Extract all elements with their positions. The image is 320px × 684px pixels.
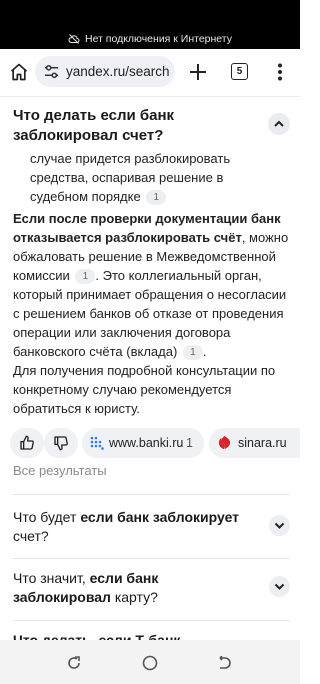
tab-switcher-button[interactable]: 5 xyxy=(231,63,248,80)
answer-paragraph: Если после проверки документации банк от… xyxy=(13,209,289,361)
related-bold-text: если банк заблокирует xyxy=(80,509,240,525)
chevron-down-icon xyxy=(274,522,285,529)
browser-toolbar: yandex.ru/search 5 xyxy=(0,49,300,97)
citation-badge[interactable]: 1 xyxy=(75,269,96,284)
fragment-text: случае придется разблокировать средства,… xyxy=(30,151,231,204)
citation-badge[interactable]: 1 xyxy=(146,190,167,205)
cloud-off-icon xyxy=(68,34,80,44)
source-name: sinara.ru xyxy=(238,436,287,450)
divider xyxy=(13,494,290,495)
collapse-button[interactable] xyxy=(268,113,290,135)
site-settings-icon[interactable] xyxy=(44,64,59,79)
url-text: yandex.ru/search xyxy=(66,64,170,79)
menu-icon[interactable] xyxy=(277,63,283,81)
divider xyxy=(13,558,290,559)
offline-notice: Нет подключения к Интернету xyxy=(0,33,300,45)
answer-text: . xyxy=(202,344,207,359)
related-question[interactable]: Что будет если банк заблокирует счет? xyxy=(13,508,258,546)
thumbs-up-icon xyxy=(20,435,34,450)
related-text: Что будет xyxy=(13,509,81,525)
source-count: 1 xyxy=(186,436,193,450)
related-text: счет? xyxy=(13,528,49,544)
banki-logo-icon xyxy=(90,436,104,450)
new-tab-icon[interactable] xyxy=(189,63,207,81)
expand-button[interactable] xyxy=(269,515,290,536)
thumbs-down-icon xyxy=(54,436,68,451)
expand-button[interactable] xyxy=(269,576,290,597)
address-bar[interactable]: yandex.ru/search xyxy=(35,56,175,87)
chevron-up-icon xyxy=(274,120,284,127)
divider xyxy=(13,620,290,621)
related-question[interactable]: Что значит, если банк заблокировал карту… xyxy=(13,569,258,607)
back-nav-icon[interactable] xyxy=(217,656,231,670)
answer-bold-text: Если после проверки документации банк от… xyxy=(13,211,281,245)
source-chip[interactable]: sinara.ru xyxy=(209,428,300,458)
answer-paragraph: Для получения подробной консультации по … xyxy=(13,363,276,416)
all-results-link[interactable]: Все результаты xyxy=(13,463,107,478)
sinara-logo-icon xyxy=(218,435,231,450)
answer-question-title[interactable]: Что делать если банк заблокировал счет? xyxy=(13,106,253,146)
source-chip[interactable]: www.banki.ru 1 xyxy=(82,428,204,458)
citation-badge[interactable]: 1 xyxy=(182,345,203,360)
status-bar: Нет подключения к Интернету xyxy=(0,0,300,49)
answer-fragment: случае придется разблокировать средства,… xyxy=(30,149,280,206)
chevron-down-icon xyxy=(274,583,285,590)
system-nav-bar xyxy=(0,640,300,684)
answer-actions: www.banki.ru 1 sinara.ru xyxy=(0,428,300,462)
dislike-button[interactable] xyxy=(44,428,78,458)
related-text: Что значит, xyxy=(13,570,90,586)
related-text: карту? xyxy=(110,589,158,605)
source-name: www.banki.ru xyxy=(109,436,184,450)
home-icon[interactable] xyxy=(9,62,29,82)
home-nav-icon[interactable] xyxy=(142,655,158,671)
offline-text: Нет подключения к Интернету xyxy=(85,33,232,45)
like-button[interactable] xyxy=(10,428,44,458)
recents-icon[interactable] xyxy=(67,656,81,670)
